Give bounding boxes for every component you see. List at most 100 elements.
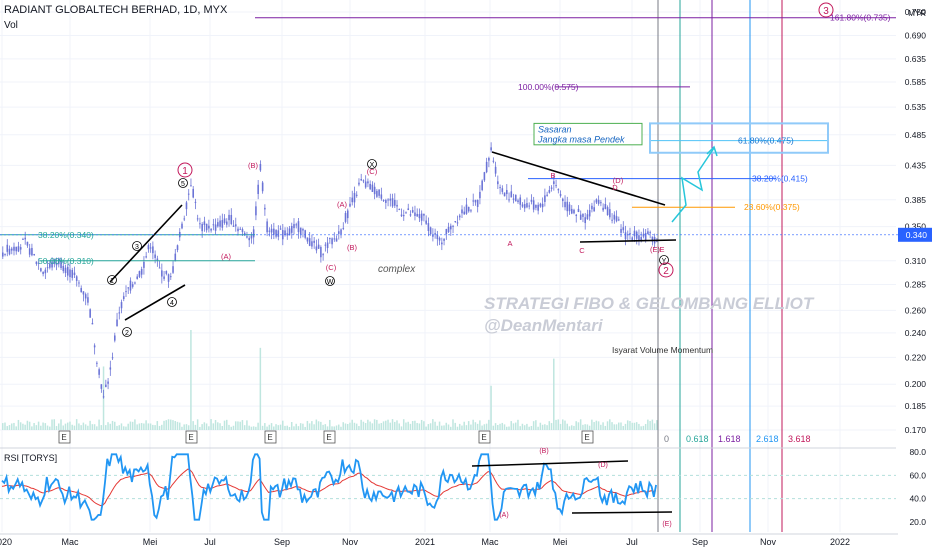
- volume-bar: [633, 422, 636, 430]
- candle-body: [234, 224, 237, 227]
- candle-body: [192, 188, 194, 198]
- volume-bar: [575, 421, 577, 430]
- candle-body: [145, 256, 147, 258]
- volume-bar: [261, 425, 264, 430]
- volume-bar: [37, 421, 40, 430]
- volume-bar: [33, 423, 35, 430]
- volume-bars: [2, 330, 658, 430]
- candle-body: [494, 166, 497, 174]
- fib-level-label: 61.80%(0.475): [738, 136, 794, 146]
- volume-bar: [349, 422, 351, 430]
- candle-body: [194, 201, 197, 203]
- candle-body: [6, 244, 9, 252]
- volume-bar: [396, 420, 398, 430]
- candle-body: [588, 210, 591, 217]
- volume-bar: [351, 419, 353, 430]
- candle-body: [349, 203, 351, 207]
- volume-bar: [331, 426, 333, 430]
- candle-body: [573, 209, 575, 214]
- candle-body: [138, 271, 141, 277]
- price-tick-label: 0.435: [905, 160, 927, 170]
- volume-bar: [510, 421, 512, 430]
- candle-body: [66, 266, 69, 276]
- candle-body: [465, 204, 468, 214]
- volume-bar: [205, 423, 208, 430]
- volume-bar: [221, 425, 224, 430]
- volume-bar: [252, 426, 255, 430]
- volume-bar: [609, 419, 611, 430]
- chart-canvas[interactable]: 0 0.618 1.618 2.618 3.618 161.80%(0.735) 100.…: [0, 0, 932, 550]
- candle-body: [2, 252, 4, 257]
- volume-bar: [506, 426, 508, 430]
- volume-bar: [458, 423, 461, 430]
- volume-bar: [644, 423, 647, 430]
- time-tick-label: Jul: [204, 537, 216, 547]
- volume-bar: [606, 421, 609, 430]
- volume-bar: [490, 385, 492, 430]
- volume-bar: [214, 420, 217, 430]
- candle-body: [443, 238, 445, 241]
- candle-body: [320, 246, 322, 258]
- volume-bar: [199, 426, 201, 430]
- candle-body: [196, 218, 199, 220]
- candle-body: [510, 191, 513, 198]
- candle-body: [268, 230, 271, 232]
- volume-bar: [87, 425, 89, 430]
- candle-body: [600, 202, 602, 204]
- candle-body: [570, 208, 573, 214]
- volume-bar: [371, 423, 374, 430]
- volume-bar: [190, 330, 192, 430]
- volume-bar: [519, 426, 521, 430]
- price-tick-label: 0.535: [905, 102, 927, 112]
- candle-body: [172, 266, 174, 273]
- candle-body: [398, 208, 401, 210]
- candle-body: [302, 229, 304, 231]
- candle-body: [288, 228, 291, 236]
- candle-body: [237, 228, 239, 232]
- candle-body: [353, 192, 356, 203]
- price-tick-label: 0.485: [905, 130, 927, 140]
- candle-body: [273, 228, 275, 235]
- earnings-marker: E: [326, 433, 331, 442]
- candle-body: [84, 294, 87, 299]
- time-tick-label: 2020: [0, 537, 12, 547]
- volume-bar: [597, 421, 600, 430]
- rsi-tick-label: 60.0: [909, 470, 926, 480]
- volume-bar: [432, 419, 434, 430]
- watermark-line1: STRATEGI FIBO & GELOMBANG ELLIOT: [484, 294, 815, 313]
- wave-label: W: [327, 279, 334, 286]
- candle-body: [167, 274, 170, 282]
- major-wave-label: 3: [823, 6, 829, 17]
- candle-body: [170, 276, 172, 278]
- volume-bar: [452, 419, 454, 430]
- candle-body: [467, 206, 470, 212]
- candle-body: [618, 219, 620, 221]
- candle-body: [577, 208, 580, 212]
- volume-bar: [178, 422, 181, 430]
- candle-body: [499, 187, 501, 189]
- candle-body: [306, 237, 309, 242]
- volume-bar: [96, 426, 98, 430]
- volume-bar: [183, 424, 185, 430]
- volume-bar: [479, 420, 481, 430]
- volume-bar: [514, 422, 517, 430]
- volume-bar: [10, 423, 13, 430]
- candle-body: [185, 202, 188, 210]
- volume-bar: [362, 421, 365, 430]
- volume-bar: [613, 424, 616, 430]
- candle-body: [17, 246, 20, 252]
- volume-bar: [326, 426, 329, 430]
- rsi-tick-label: 20.0: [909, 517, 926, 527]
- volume-bar: [259, 347, 262, 430]
- volume-bar: [239, 421, 241, 430]
- trendline: [124, 284, 186, 321]
- candle-body: [358, 182, 360, 185]
- volume-bar: [131, 421, 134, 430]
- volume-bar: [275, 424, 277, 430]
- volume-bar: [268, 424, 271, 430]
- price-tick-label: 0.285: [905, 279, 927, 289]
- candle-body: [360, 179, 362, 181]
- candle-body: [136, 276, 138, 279]
- candle-body: [259, 164, 262, 171]
- candle-body: [333, 238, 336, 240]
